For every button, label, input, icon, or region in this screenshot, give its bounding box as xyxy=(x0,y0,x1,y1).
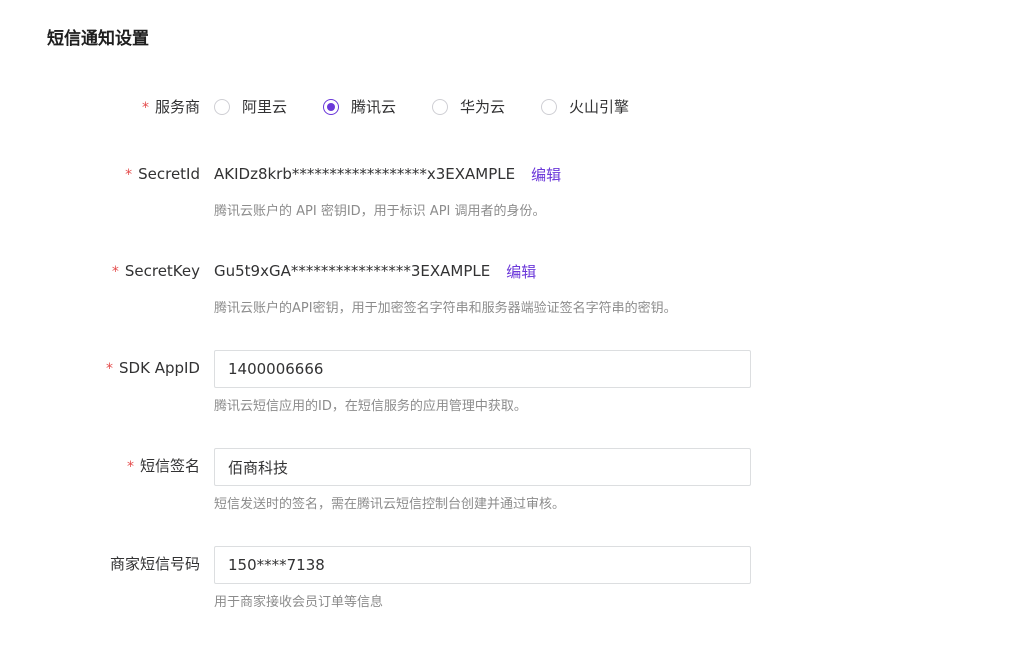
sms-signature-label-text: 短信签名 xyxy=(139,457,200,475)
radio-label-huawei-cloud: 华为云 xyxy=(460,98,506,116)
secret-key-edit-link[interactable]: 编辑 xyxy=(506,261,536,282)
secret-key-label: * SecretKey xyxy=(112,260,200,283)
required-mark: * xyxy=(106,361,114,377)
secret-key-value-line: Gu5t9xGA****************3EXAMPLE 编辑 xyxy=(214,260,536,282)
sdk-appid-input[interactable] xyxy=(214,350,751,388)
radio-circle-aliyun[interactable] xyxy=(214,99,230,115)
sdk-appid-label: * SDK AppID xyxy=(106,357,200,380)
radio-circle-huawei-cloud[interactable] xyxy=(432,99,449,115)
merchant-phone-input[interactable] xyxy=(214,546,751,584)
sdk-appid-label-text: SDK AppID xyxy=(119,359,200,377)
radio-label-tencent-cloud: 腾讯云 xyxy=(351,98,397,116)
sms-signature-help: 短信发送时的签名，需在腾讯云短信控制台创建并通过审核。 xyxy=(214,497,566,512)
secret-id-value-line: AKIDz8krb******************x3EXAMPLE 编辑 xyxy=(214,163,561,185)
secret-key-help: 腾讯云账户的API密钥，用于加密签名字符串和服务器端验证签名字符串的密钥。 xyxy=(214,301,677,316)
sms-signature-input[interactable] xyxy=(214,448,751,486)
required-mark: * xyxy=(125,167,133,183)
merchant-phone-control xyxy=(214,546,751,584)
radio-huawei-cloud[interactable]: 华为云 xyxy=(432,96,505,118)
sms-signature-control xyxy=(214,448,751,486)
radio-circle-tencent-cloud[interactable] xyxy=(323,99,340,115)
page-title: 短信通知设置 xyxy=(47,29,149,49)
required-mark: * xyxy=(111,264,119,280)
provider-label-text: 服务商 xyxy=(154,98,200,116)
secret-id-help: 腾讯云账户的 API 密钥ID，用于标识 API 调用者的身份。 xyxy=(214,204,546,219)
secret-id-edit-link[interactable]: 编辑 xyxy=(531,164,561,185)
merchant-phone-help: 用于商家接收会员订单等信息 xyxy=(214,595,384,610)
required-mark: * xyxy=(141,100,149,116)
radio-aliyun[interactable]: 阿里云 xyxy=(214,96,287,118)
secret-key-value: Gu5t9xGA****************3EXAMPLE xyxy=(214,262,491,280)
required-mark: * xyxy=(126,459,134,475)
provider-label: * 服务商 xyxy=(142,96,200,119)
sdk-appid-control xyxy=(214,350,751,388)
radio-volcengine[interactable]: 火山引擎 xyxy=(541,96,629,118)
merchant-phone-label: 商家短信号码 xyxy=(109,555,200,573)
secret-id-label: * SecretId xyxy=(125,163,200,186)
secret-id-label-text: SecretId xyxy=(138,165,200,183)
radio-circle-volcengine[interactable] xyxy=(541,99,558,115)
radio-tencent-cloud[interactable]: 腾讯云 xyxy=(323,96,396,118)
sdk-appid-help: 腾讯云短信应用的ID，在短信服务的应用管理中获取。 xyxy=(214,399,527,414)
provider-radio-group: 阿里云 腾讯云 华为云 火山引擎 xyxy=(214,96,665,118)
secret-key-label-text: SecretKey xyxy=(124,262,200,280)
radio-label-aliyun: 阿里云 xyxy=(242,98,288,116)
sms-signature-label: * 短信签名 xyxy=(127,455,200,478)
radio-label-volcengine: 火山引擎 xyxy=(569,98,630,116)
secret-id-value: AKIDz8krb******************x3EXAMPLE xyxy=(214,165,516,183)
